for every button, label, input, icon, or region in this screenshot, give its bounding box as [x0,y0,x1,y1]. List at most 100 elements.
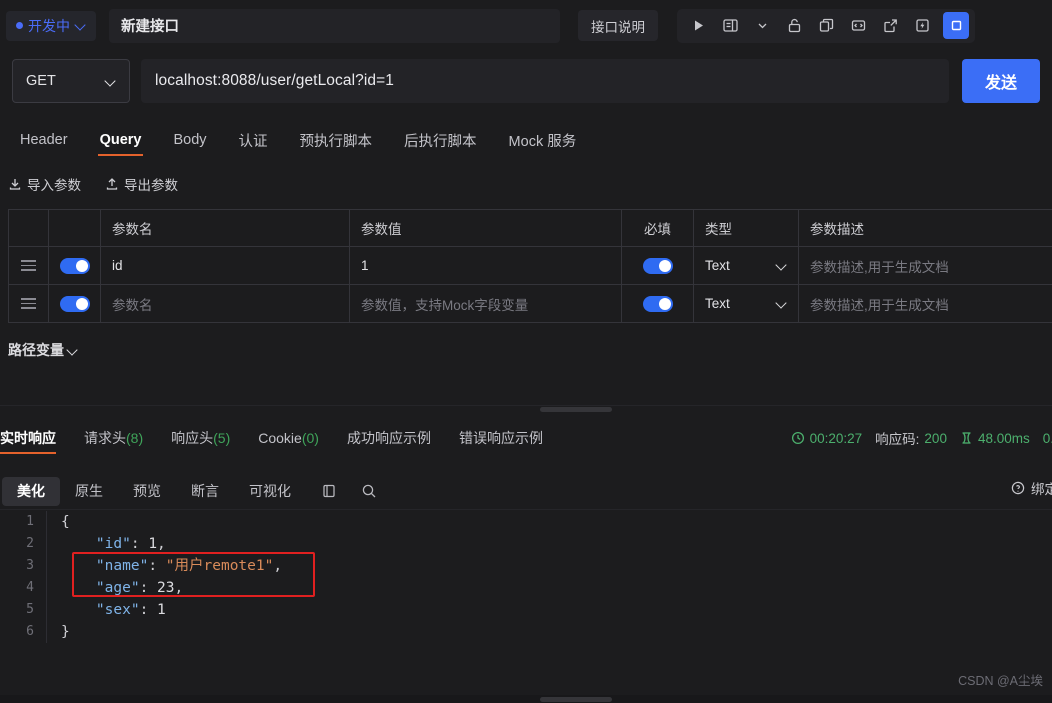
row-param-name-input[interactable]: 参数名 [101,285,350,322]
toolbar-primary-icon-button[interactable] [943,12,969,39]
tab-mock-service-label: Mock 服务 [508,133,577,150]
toggle-switch-icon [59,257,90,274]
code-line: 4 "age": 23, [0,577,1052,599]
tab-pre-script-label: 预执行脚本 [299,133,373,150]
tab-post-script[interactable]: 后执行脚本 [388,120,493,160]
tab-success-example[interactable]: 成功响应示例 [333,421,445,455]
path-variable-label: 路径变量 [8,342,64,358]
viewer-mode-preview[interactable]: 预览 [118,477,176,506]
code-line: 1 { [0,511,1052,533]
json-value: 1 [157,602,166,618]
lightning-icon[interactable] [907,12,937,40]
path-variable-section-toggle[interactable]: 路径变量 [8,340,78,360]
interface-description-label: 接口说明 [591,19,645,35]
viewer-mode-raw-label: 原生 [75,483,103,499]
horizontal-scrollbar[interactable] [0,695,1052,703]
tab-mock-service[interactable]: Mock 服务 [493,120,593,160]
row-drag-handle[interactable] [9,285,49,322]
tab-realtime-response[interactable]: 实时响应 [0,421,70,455]
row-param-value-placeholder: 参数值，支持Mock字段变量 [361,297,529,313]
code-icon[interactable] [843,12,873,40]
interface-description-button[interactable]: 接口说明 [578,10,658,41]
code-line: 5 "sex": 1 [0,599,1052,621]
toolbar-action-group [677,8,975,43]
panel-splitter[interactable] [0,405,1052,412]
row-type-value: Text [705,296,730,311]
line-number: 4 [26,580,34,595]
run-icon[interactable] [683,12,713,40]
row-description-placeholder: 参数描述,用于生成文档 [810,297,949,313]
response-body-code-view[interactable]: 1 { 2 "id": 1, 3 "name": "用户remote1", 4 … [0,511,1052,679]
response-code-label: 响应码: [875,432,920,447]
chevron-down-icon[interactable] [747,12,777,40]
search-icon[interactable] [352,476,386,506]
code-line-content: } [46,621,1052,643]
send-button-label: 发送 [984,75,1017,92]
copy-icon[interactable] [811,12,841,40]
copy-icon[interactable] [312,476,346,506]
tab-header[interactable]: Header [4,120,84,160]
code-line-content: "sex": 1 [46,599,1052,621]
header-label-required: 必填 [644,222,671,237]
export-params-button[interactable]: 导出参数 [105,174,178,194]
send-request-button[interactable]: 发送 [962,59,1040,103]
tab-query[interactable]: Query [84,120,158,160]
viewer-mode-raw[interactable]: 原生 [60,477,118,506]
row-enable-toggle[interactable] [49,285,101,322]
tab-cookie[interactable]: Cookie (0) [244,421,333,455]
top-toolbar: 开发中 新建接口 接口说明 [0,0,1052,51]
interface-title-input[interactable]: 新建接口 [109,8,560,43]
line-number: 3 [26,558,34,573]
viewer-mode-visualize[interactable]: 可视化 [234,477,306,506]
line-number: 6 [26,624,34,639]
import-params-button[interactable]: 导入参数 [8,174,81,194]
row-type-select[interactable]: Text [694,247,799,284]
response-time-item: 00:20:27 [791,431,862,446]
chevron-down-icon [776,298,787,309]
viewer-mode-assert[interactable]: 断言 [176,477,234,506]
header-cell-enable [49,210,101,246]
chevron-down-icon [105,76,116,87]
tab-error-example[interactable]: 错误响应示例 [445,421,557,455]
toggle-switch-icon [642,295,673,312]
request-url-input[interactable]: localhost:8088/user/getLocal?id=1 [141,59,949,103]
row-type-select[interactable]: Text [694,285,799,322]
save-doc-icon[interactable] [715,12,745,40]
row-required-toggle[interactable] [622,247,694,284]
row-param-value-input[interactable]: 1 [350,247,622,284]
header-cell-description: 参数描述 [799,210,1052,246]
bind-mock-link[interactable]: 绑定 [1011,478,1052,498]
row-param-name-input[interactable]: id [101,247,350,284]
viewer-mode-beautify[interactable]: 美化 [2,476,60,506]
table-row: 参数名 参数值，支持Mock字段变量 Text 参数描述,用于生成文档 [9,285,1052,323]
tab-auth[interactable]: 认证 [223,120,284,160]
row-param-value-value: 1 [361,258,369,273]
row-type-value: Text [705,258,730,273]
interface-status-dropdown[interactable]: 开发中 [6,10,96,41]
http-method-select[interactable]: GET [12,59,130,103]
scrollbar-thumb[interactable] [540,697,612,702]
tab-post-script-label: 后执行脚本 [404,133,477,150]
tab-response-headers[interactable]: 响应头 (5) [157,421,244,455]
table-header-row: 参数名 参数值 必填 类型 参数描述 [9,210,1052,247]
tab-response-headers-label: 响应头 [171,430,214,446]
row-drag-handle[interactable] [9,247,49,284]
splitter-grip[interactable] [540,407,612,412]
share-icon[interactable] [875,12,905,40]
row-description-input[interactable]: 参数描述,用于生成文档 [799,247,1052,284]
row-description-input[interactable]: 参数描述,用于生成文档 [799,285,1052,322]
row-enable-toggle[interactable] [49,247,101,284]
drag-handle-icon [21,298,36,309]
watermark: CSDN @A尘埃 [958,674,1043,688]
row-param-value-input[interactable]: 参数值，支持Mock字段变量 [350,285,622,322]
tab-auth-label: 认证 [238,133,268,150]
tab-pre-script[interactable]: 预执行脚本 [284,120,389,160]
response-status-strip: 00:20:27 响应码: 200 48.00ms 0. [791,424,1052,452]
tab-request-headers[interactable]: 请求头 (8) [70,421,157,455]
viewer-mode-assert-label: 断言 [191,483,219,499]
code-line-content: "id": 1, [46,533,1052,555]
unlock-icon[interactable] [779,12,809,40]
hourglass-icon [962,432,971,444]
row-required-toggle[interactable] [622,285,694,322]
tab-body[interactable]: Body [157,120,222,160]
